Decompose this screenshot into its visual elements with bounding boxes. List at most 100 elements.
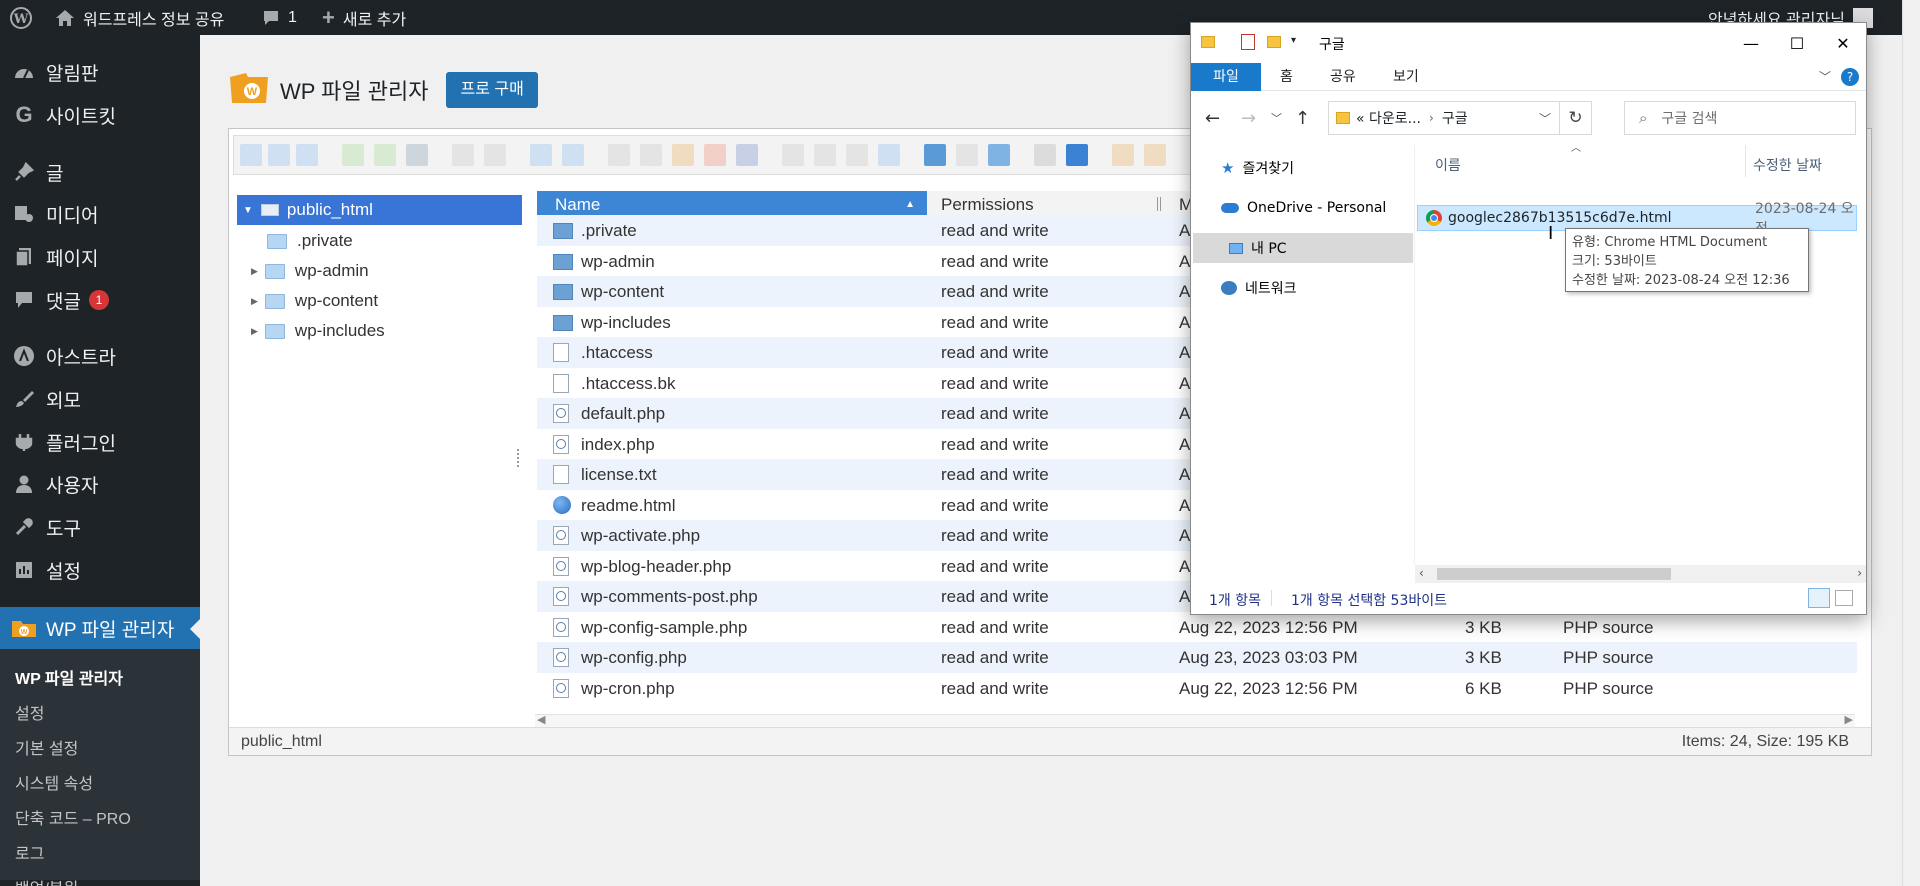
- tree-node-private[interactable]: .private: [267, 227, 353, 255]
- save-icon[interactable]: [406, 144, 428, 166]
- table-row[interactable]: wp-config.php read and write Aug 23, 2023 …: [537, 642, 1857, 673]
- menu-media[interactable]: 미디어: [0, 194, 200, 234]
- column-permissions[interactable]: Permissions: [941, 195, 1034, 215]
- column-divider[interactable]: [1745, 145, 1746, 177]
- search-box[interactable]: ⌕ 구글 검색: [1624, 101, 1856, 135]
- submenu-item-backup-restore[interactable]: 백업/복원: [15, 875, 78, 886]
- menu-sitekit[interactable]: G 사이트킷: [0, 95, 200, 135]
- new-folder-icon[interactable]: [342, 144, 364, 166]
- archive-icon[interactable]: [1144, 144, 1166, 166]
- submenu-item-file-manager[interactable]: WP 파일 관리자: [15, 665, 123, 689]
- empty-icon[interactable]: [736, 144, 758, 166]
- back-icon[interactable]: [240, 144, 262, 166]
- menu-users[interactable]: 사용자: [0, 464, 200, 504]
- forward-arrow-icon[interactable]: →: [1241, 108, 1256, 129]
- tree-node-wp-content[interactable]: ▶ wp-content: [251, 287, 378, 315]
- copy-icon[interactable]: [608, 144, 630, 166]
- submenu-item-shortcode-pro[interactable]: 단축 코드 – PRO: [15, 805, 131, 829]
- cut-icon[interactable]: [640, 144, 662, 166]
- tree-node-wp-admin[interactable]: ▶ wp-admin: [251, 257, 369, 285]
- new-content-link[interactable]: + 새로 추가: [322, 0, 406, 35]
- open-icon[interactable]: [452, 144, 474, 166]
- file-list-hscrollbar[interactable]: ◀ ▶: [535, 714, 1855, 728]
- expand-ribbon-icon[interactable]: ﹀: [1819, 68, 1831, 85]
- tree-root[interactable]: ▼ public_html: [237, 195, 522, 225]
- ribbon-tab-view[interactable]: 보기: [1393, 63, 1419, 91]
- large-icons-view-icon[interactable]: [1835, 590, 1853, 606]
- forward-icon[interactable]: [268, 144, 290, 166]
- scroll-right-icon[interactable]: ›: [1857, 566, 1862, 580]
- ribbon-tab-file[interactable]: 파일: [1191, 63, 1261, 91]
- up-arrow-icon[interactable]: ↑: [1295, 108, 1310, 129]
- delete-icon[interactable]: [704, 144, 726, 166]
- back-arrow-icon[interactable]: ←: [1205, 108, 1220, 129]
- tree-node-wp-includes[interactable]: ▶ wp-includes: [251, 317, 385, 345]
- ribbon-tab-home[interactable]: 홈: [1280, 63, 1293, 91]
- pane-splitter[interactable]: [517, 449, 523, 467]
- nav-this-pc[interactable]: 내 PC: [1193, 233, 1413, 263]
- table-row[interactable]: wp-config-sample.php read and write Aug 22…: [537, 612, 1857, 643]
- site-name-link[interactable]: 워드프레스 정보 공유: [55, 0, 224, 35]
- up-icon[interactable]: [296, 144, 318, 166]
- scroll-left-icon[interactable]: ‹: [1419, 566, 1424, 580]
- submenu-item-logs[interactable]: 로그: [15, 840, 44, 864]
- table-row[interactable]: wp-cron.php read and write Aug 22, 2023 12…: [537, 673, 1857, 704]
- address-bar[interactable]: « 다운로... › 구글 ﹀: [1328, 101, 1560, 135]
- buy-pro-button[interactable]: 프로 구매: [446, 72, 538, 108]
- preview-eye-icon[interactable]: [1034, 144, 1056, 166]
- invert-selection-icon[interactable]: [988, 144, 1010, 166]
- resize-icon[interactable]: [878, 144, 900, 166]
- column-date-header[interactable]: 수정한 날짜: [1753, 155, 1822, 175]
- close-button[interactable]: ✕: [1820, 23, 1866, 63]
- menu-astra[interactable]: 아스트라: [0, 336, 200, 376]
- menu-comments[interactable]: 댓글 1: [0, 280, 200, 320]
- menu-posts[interactable]: 글: [0, 152, 200, 192]
- ribbon-tab-share[interactable]: 공유: [1330, 63, 1356, 91]
- minimize-button[interactable]: —: [1728, 23, 1774, 63]
- select-none-icon[interactable]: [956, 144, 978, 166]
- new-folder-icon[interactable]: [1267, 36, 1281, 48]
- rename-icon[interactable]: [814, 144, 836, 166]
- duplicate-icon[interactable]: [782, 144, 804, 166]
- explorer-titlebar[interactable]: ▾ 구글 — ☐ ✕: [1191, 23, 1866, 63]
- menu-settings[interactable]: 설정: [0, 550, 200, 590]
- extract-icon[interactable]: [1112, 144, 1134, 166]
- undo-icon[interactable]: [530, 144, 552, 166]
- menu-appearance[interactable]: 외모: [0, 379, 200, 419]
- address-parent[interactable]: « 다운로...: [1356, 108, 1421, 128]
- refresh-button[interactable]: ↻: [1560, 101, 1592, 135]
- nav-network[interactable]: 네트워크: [1221, 273, 1297, 303]
- column-resize-handle[interactable]: [1157, 197, 1161, 211]
- menu-dashboard[interactable]: 알림판: [0, 52, 200, 92]
- nav-favorites[interactable]: ★ 즐겨찾기: [1221, 153, 1294, 183]
- address-current[interactable]: 구글: [1442, 108, 1468, 128]
- comments-link[interactable]: 1: [262, 0, 297, 35]
- redo-icon[interactable]: [562, 144, 584, 166]
- details-view-icon[interactable]: [1808, 588, 1830, 608]
- quick-access-dropdown-icon[interactable]: ▾: [1291, 35, 1296, 46]
- info-icon[interactable]: [1066, 144, 1088, 166]
- menu-plugins[interactable]: 플러그인: [0, 422, 200, 462]
- scroll-thumb[interactable]: [1437, 568, 1671, 580]
- edit-icon[interactable]: [846, 144, 868, 166]
- menu-wp-file-manager[interactable]: W WP 파일 관리자: [0, 607, 200, 649]
- submenu-item-preferences[interactable]: 기본 설정: [15, 735, 78, 759]
- file-pane-hscrollbar[interactable]: ‹ ›: [1415, 565, 1866, 583]
- paste-icon[interactable]: [672, 144, 694, 166]
- page-vscrollbar[interactable]: [1902, 0, 1920, 886]
- maximize-button[interactable]: ☐: [1774, 23, 1820, 63]
- new-file-icon[interactable]: [374, 144, 396, 166]
- address-dropdown-icon[interactable]: ﹀: [1539, 110, 1551, 127]
- properties-icon[interactable]: [1241, 34, 1255, 50]
- menu-tools[interactable]: 도구: [0, 507, 200, 547]
- help-icon[interactable]: ?: [1841, 68, 1859, 86]
- menu-pages[interactable]: 페이지: [0, 237, 200, 277]
- recent-dropdown-icon[interactable]: ﹀: [1271, 110, 1282, 126]
- submenu-item-system-properties[interactable]: 시스템 속성: [15, 770, 93, 794]
- wordpress-logo-icon[interactable]: W: [10, 0, 32, 35]
- select-all-icon[interactable]: [924, 144, 946, 166]
- submenu-item-settings[interactable]: 설정: [15, 700, 44, 724]
- column-name-header[interactable]: 이름: [1435, 155, 1461, 175]
- nav-onedrive[interactable]: OneDrive - Personal: [1221, 193, 1386, 223]
- download-icon[interactable]: [484, 144, 506, 166]
